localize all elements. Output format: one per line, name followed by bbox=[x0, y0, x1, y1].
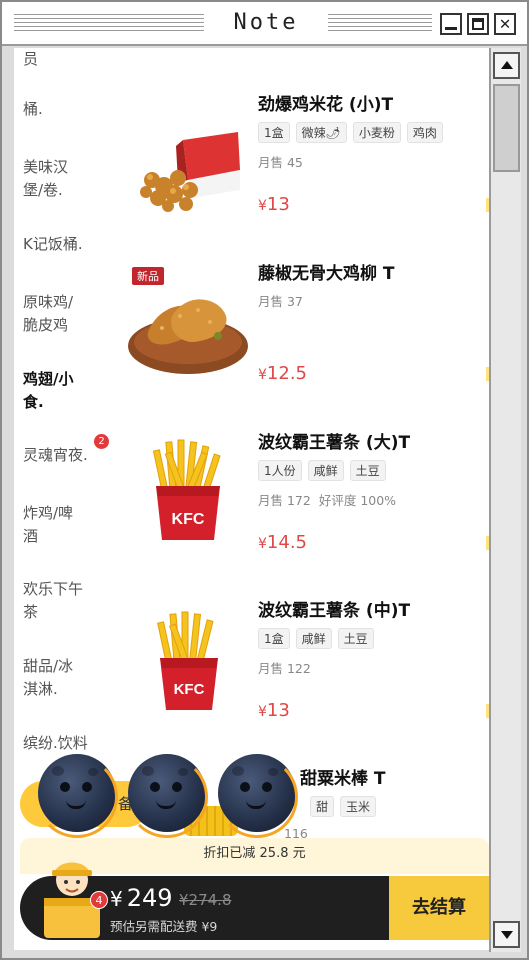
title-stripes-right bbox=[328, 14, 432, 34]
vertical-scrollbar[interactable] bbox=[489, 48, 521, 952]
product-price: ¥13 bbox=[258, 194, 290, 215]
product-tags: 1盒 咸鲜 土豆 bbox=[258, 628, 374, 649]
cart-total: ¥249 bbox=[110, 884, 173, 912]
category-item[interactable]: 炸鸡/啤酒 bbox=[23, 502, 88, 548]
original-price: ¥274.8 bbox=[179, 891, 232, 909]
moon-face-icon bbox=[36, 754, 118, 838]
checkout-button[interactable]: 去结算 bbox=[389, 876, 489, 940]
product-price: ¥13 bbox=[258, 700, 290, 721]
chicken-strips-image[interactable] bbox=[128, 276, 248, 386]
moon-face-icon bbox=[126, 754, 208, 838]
category-item[interactable]: 桶. bbox=[23, 98, 133, 121]
fries-large-image[interactable]: KFC bbox=[128, 436, 248, 546]
product-price: ¥12.5 bbox=[258, 363, 307, 384]
product-tag: 土豆 bbox=[337, 628, 374, 649]
product-sales: 月售 37 bbox=[258, 294, 303, 309]
product-tags: 1盒 微辣🌶 小麦粉 鸡肉 bbox=[258, 122, 443, 143]
category-item[interactable]: 美味汉堡/卷. bbox=[23, 156, 88, 202]
close-button[interactable]: ✕ bbox=[494, 13, 516, 35]
svg-text:KFC: KFC bbox=[172, 511, 205, 528]
product-sales: 月售 122 bbox=[258, 661, 311, 676]
product-tags: 甜 玉米 bbox=[310, 796, 377, 817]
delivery-fee: 预估另需配送费 ¥9 bbox=[110, 919, 218, 934]
scroll-thumb[interactable] bbox=[493, 84, 520, 172]
moon-face-icon bbox=[216, 754, 298, 838]
minimize-button[interactable] bbox=[440, 13, 462, 35]
product-tag: 鸡肉 bbox=[406, 122, 443, 143]
title-bar[interactable]: Note ✕ bbox=[2, 2, 527, 46]
cart-count-badge: 4 bbox=[90, 891, 108, 909]
category-item[interactable]: 欢乐下午茶 bbox=[23, 578, 93, 624]
popcorn-chicken-image[interactable] bbox=[128, 120, 248, 230]
product-name[interactable]: 波纹霸王薯条 (中)T bbox=[258, 596, 410, 621]
category-item[interactable]: 灵魂宵夜. bbox=[23, 444, 133, 467]
window-title: Note bbox=[233, 10, 299, 35]
product-name[interactable]: 甜粟米棒 T bbox=[300, 764, 386, 789]
product-tag: 1人份 bbox=[258, 460, 302, 481]
product-price: ¥14.5 bbox=[258, 532, 307, 553]
svg-text:KFC: KFC bbox=[174, 681, 205, 698]
product-tag: 1盒 bbox=[258, 122, 290, 143]
product-sales: 月售 172 好评度 100% bbox=[258, 493, 397, 508]
product-tag: 小麦粉 bbox=[352, 122, 401, 143]
product-name[interactable]: 藤椒无骨大鸡柳 T bbox=[258, 259, 395, 284]
product-tag: 土豆 bbox=[349, 460, 386, 481]
menu-content: 员 桶. 美味汉堡/卷. K记饭桶. 原味鸡/脆皮鸡 鸡翅/小食. 灵魂宵夜. … bbox=[14, 48, 489, 950]
scroll-down-button[interactable] bbox=[493, 921, 520, 948]
title-stripes-left bbox=[14, 14, 204, 34]
category-badge: 2 bbox=[94, 434, 109, 449]
product-sales: 月售 45 bbox=[258, 155, 303, 170]
category-item[interactable]: 原味鸡/脆皮鸡 bbox=[23, 291, 88, 337]
category-item[interactable]: 缤纷.饮料 bbox=[23, 732, 133, 755]
product-tag: 甜 bbox=[310, 796, 335, 817]
product-tag: 微辣🌶 bbox=[295, 122, 347, 143]
fries-medium-image[interactable]: KFC bbox=[128, 606, 248, 716]
app-window: Note ✕ 员 桶. 美味汉堡/卷. K记饭桶. 原味鸡/脆皮鸡 鸡翅/小食.… bbox=[0, 0, 529, 960]
product-name[interactable]: 劲爆鸡米花 (小)T bbox=[258, 90, 393, 115]
category-item[interactable]: 甜品/冰淇淋. bbox=[23, 655, 88, 701]
category-item[interactable]: K记饭桶. bbox=[23, 233, 133, 256]
scroll-up-button[interactable] bbox=[493, 52, 520, 79]
category-item-active[interactable]: 鸡翅/小食. bbox=[23, 368, 88, 414]
category-item[interactable]: 员 bbox=[23, 48, 133, 71]
product-tags: 1人份 咸鲜 土豆 bbox=[258, 460, 386, 481]
maximize-button[interactable] bbox=[467, 13, 489, 35]
product-tag: 咸鲜 bbox=[295, 628, 332, 649]
product-tag: 咸鲜 bbox=[307, 460, 344, 481]
product-tag: 玉米 bbox=[340, 796, 377, 817]
product-tag: 1盒 bbox=[258, 628, 290, 649]
product-name[interactable]: 波纹霸王薯条 (大)T bbox=[258, 428, 410, 453]
